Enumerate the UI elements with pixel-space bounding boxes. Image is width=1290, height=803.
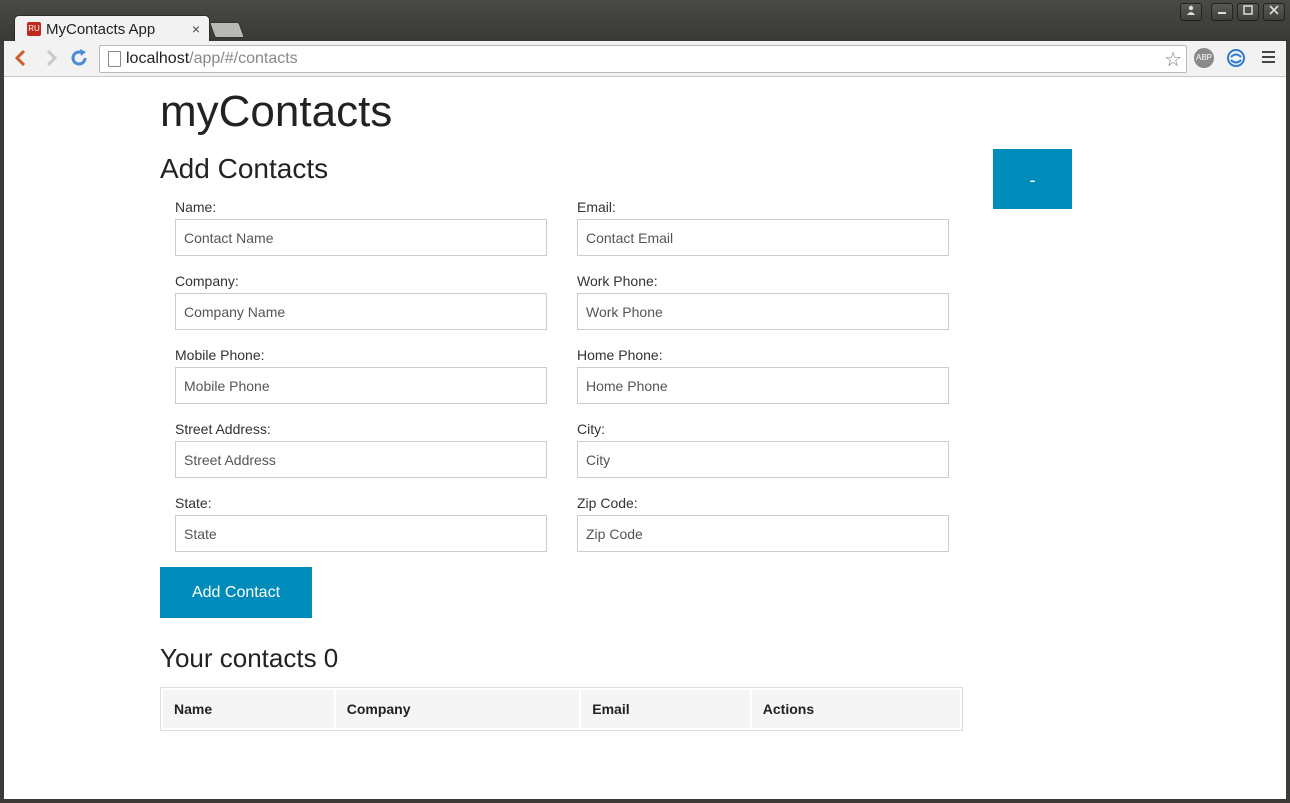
tab-mycontacts[interactable]: RU MyContacts App ×: [14, 15, 210, 42]
minimize-icon[interactable]: [1211, 3, 1233, 21]
street-address-label: Street Address:: [175, 421, 271, 437]
column-header-name: Name: [163, 690, 334, 728]
home-phone-field: Home Phone:: [577, 347, 949, 404]
work-phone-label: Work Phone:: [577, 273, 658, 289]
page-viewport: myContacts Add Contacts Name: Email: Com…: [4, 77, 1286, 799]
new-tab-button[interactable]: [209, 22, 245, 38]
sync-extension-icon[interactable]: [1226, 48, 1246, 68]
company-label: Company:: [175, 273, 239, 289]
browser-window: RU MyContacts App × localhost/app/#/cont…: [0, 0, 1290, 803]
column-header-company: Company: [335, 690, 580, 728]
favicon-icon: RU: [27, 22, 41, 36]
column-header-email: Email: [581, 690, 750, 728]
home-phone-input[interactable]: [577, 367, 949, 404]
back-icon[interactable]: [10, 47, 32, 69]
city-label: City:: [577, 421, 605, 437]
home-phone-label: Home Phone:: [577, 347, 663, 363]
user-icon[interactable]: [1180, 3, 1202, 21]
url-text[interactable]: localhost/app/#/contacts: [126, 50, 298, 68]
contacts-table: Name Company Email Actions: [160, 687, 963, 731]
bookmark-star-icon[interactable]: ☆: [1164, 47, 1182, 72]
mobile-phone-field: Mobile Phone:: [175, 347, 547, 404]
name-input[interactable]: [175, 219, 547, 256]
city-field: City:: [577, 421, 949, 478]
company-field: Company:: [175, 273, 547, 330]
zip-code-field: Zip Code:: [577, 495, 949, 552]
contacts-count-title: Your contacts 0: [160, 643, 339, 673]
tab-title: MyContacts App: [46, 21, 156, 38]
app-title: myContacts: [160, 87, 393, 136]
email-input[interactable]: [577, 219, 949, 256]
menu-icon[interactable]: [1262, 51, 1275, 65]
state-label: State:: [175, 495, 212, 511]
close-window-icon[interactable]: [1263, 3, 1285, 21]
collapse-form-button[interactable]: -: [993, 149, 1072, 209]
email-field: Email:: [577, 199, 949, 256]
address-bar[interactable]: localhost/app/#/contacts ☆: [99, 45, 1187, 73]
work-phone-input[interactable]: [577, 293, 949, 330]
name-field: Name:: [175, 199, 547, 256]
add-contact-button[interactable]: Add Contact: [160, 567, 312, 618]
forward-icon[interactable]: [40, 47, 62, 69]
maximize-icon[interactable]: [1237, 3, 1259, 21]
city-input[interactable]: [577, 441, 949, 478]
tab-strip: RU MyContacts App ×: [0, 0, 1290, 42]
reload-icon[interactable]: [68, 47, 90, 69]
work-phone-field: Work Phone:: [577, 273, 949, 330]
street-address-field: Street Address:: [175, 421, 547, 478]
zip-code-input[interactable]: [577, 515, 949, 552]
email-label: Email:: [577, 199, 616, 215]
adblock-icon[interactable]: ABP: [1194, 48, 1214, 68]
page-icon: [108, 51, 121, 67]
company-input[interactable]: [175, 293, 547, 330]
state-field: State:: [175, 495, 547, 552]
state-input[interactable]: [175, 515, 547, 552]
table-header-row: Name Company Email Actions: [163, 690, 960, 728]
name-label: Name:: [175, 199, 217, 215]
mobile-phone-label: Mobile Phone:: [175, 347, 265, 363]
add-contacts-title: Add Contacts: [160, 153, 329, 184]
street-address-input[interactable]: [175, 441, 547, 478]
browser-toolbar: localhost/app/#/contacts ☆ ABP: [4, 41, 1286, 77]
close-tab-icon[interactable]: ×: [192, 21, 200, 37]
zip-code-label: Zip Code:: [577, 495, 638, 511]
column-header-actions: Actions: [751, 690, 960, 728]
mobile-phone-input[interactable]: [175, 367, 547, 404]
